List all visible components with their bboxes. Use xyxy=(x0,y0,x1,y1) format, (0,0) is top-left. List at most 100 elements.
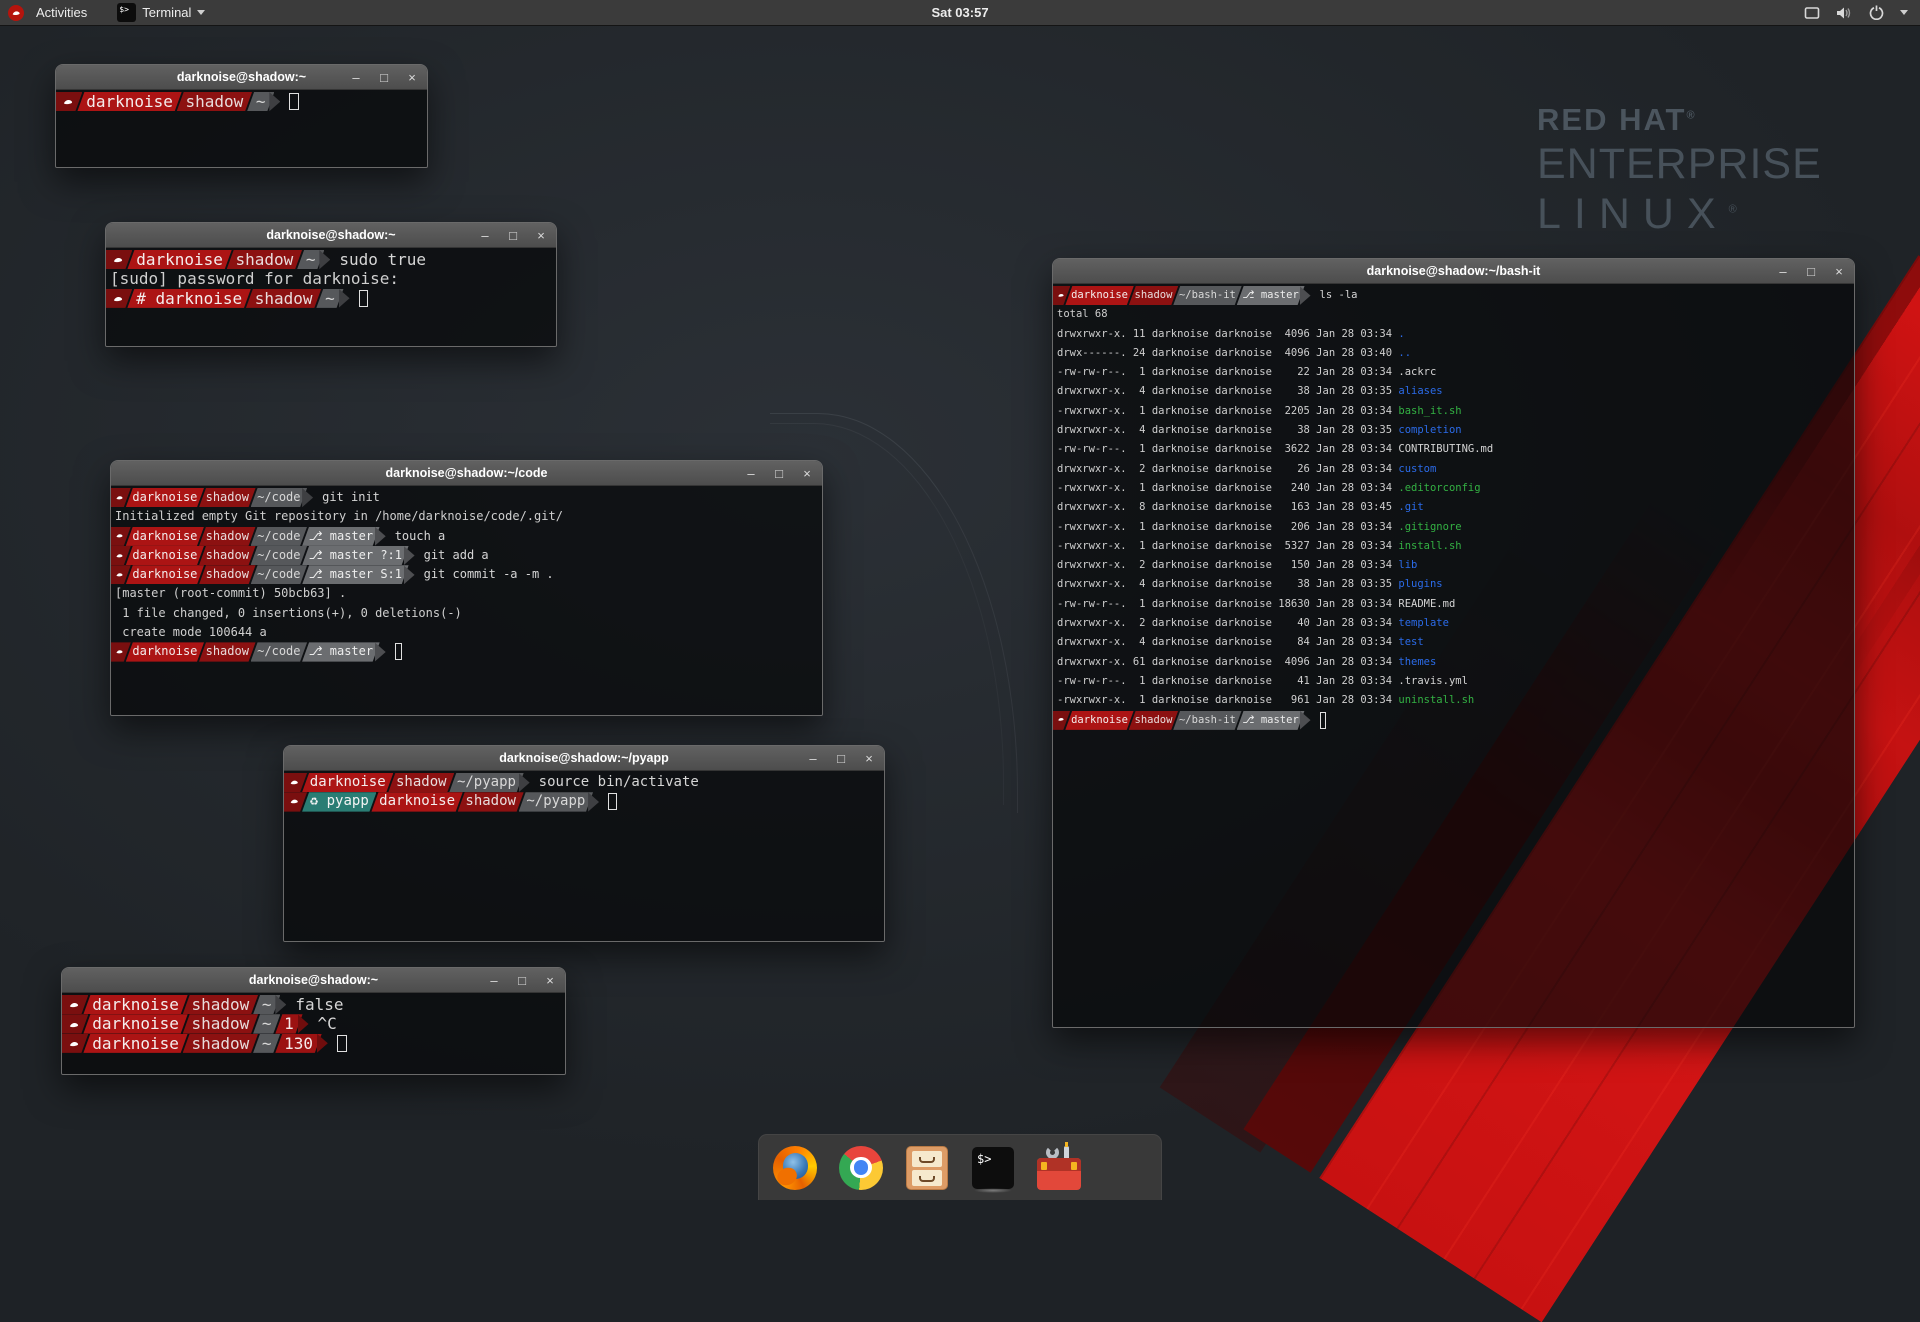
user-segment: darknoise xyxy=(371,792,462,811)
user-segment: darknoise xyxy=(127,250,231,269)
dropdown-caret-icon[interactable] xyxy=(1900,10,1908,15)
prompt-arrow-icon xyxy=(298,1014,309,1033)
host-segment: shadow xyxy=(183,1014,258,1033)
dock-item-chrome[interactable] xyxy=(838,1145,884,1191)
terminal-line: [sudo] password for darknoise: xyxy=(106,269,554,288)
prompt-arrow-icon xyxy=(404,546,415,565)
close-button[interactable]: × xyxy=(534,229,548,242)
window-titlebar[interactable]: darknoise@shadow:~/pyapp – □ × xyxy=(284,746,884,771)
terminal-cursor xyxy=(395,643,402,660)
prompt-arrow-icon xyxy=(317,1034,328,1053)
terminal-line: -rwxrwxr-x. 1 darknoise darknoise 961 Ja… xyxy=(1053,691,1852,710)
close-button[interactable]: × xyxy=(1832,265,1846,278)
terminal-line: -rwxrwxr-x. 1 darknoise darknoise 206 Ja… xyxy=(1053,518,1852,537)
command-text: git init xyxy=(322,490,380,504)
redhat-icon xyxy=(62,995,88,1014)
maximize-button[interactable]: □ xyxy=(515,974,529,987)
minimize-button[interactable]: – xyxy=(349,71,363,84)
minimize-button[interactable]: – xyxy=(1776,265,1790,278)
terminal-content[interactable]: darknoiseshadow~/codegit initInitialized… xyxy=(111,486,822,715)
file-name: .editorconfig xyxy=(1398,482,1480,494)
terminal-line: darknoiseshadow~/bash-it⎇ masterls -la xyxy=(1053,286,1852,305)
app-menu-terminal[interactable]: $> Terminal xyxy=(117,3,205,22)
terminal-content[interactable]: darknoiseshadow~falsedarknoiseshadow~1^C… xyxy=(62,993,565,1074)
terminal-line: ♻ pyappdarknoiseshadow~/pyapp xyxy=(284,792,882,811)
terminal-content[interactable]: darknoiseshadow~sudo true[sudo] password… xyxy=(106,248,556,346)
file-meta: -rwxrwxr-x. 1 darknoise darknoise 5327 J… xyxy=(1057,540,1398,552)
file-meta: drwxrwxr-x. 11 darknoise darknoise 4096 … xyxy=(1057,328,1398,340)
maximize-button[interactable]: □ xyxy=(772,467,786,480)
git-branch-segment: ⎇ master xyxy=(1237,711,1305,730)
user-segment: darknoise xyxy=(126,546,204,565)
window-title: darknoise@shadow:~/pyapp xyxy=(499,751,669,765)
terminal-app-icon: $> xyxy=(117,3,136,22)
terminal-line: drwxrwxr-x. 61 darknoise darknoise 4096 … xyxy=(1053,653,1852,672)
path-segment: ~/pyapp xyxy=(449,773,523,792)
terminal-line: -rw-rw-r--. 1 darknoise darknoise 18630 … xyxy=(1053,595,1852,614)
minimize-button[interactable]: – xyxy=(478,229,492,242)
prompt-arrow-icon xyxy=(1300,711,1311,730)
path-segment: ~/code xyxy=(251,546,308,565)
close-button[interactable]: × xyxy=(405,71,419,84)
close-button[interactable]: × xyxy=(800,467,814,480)
brand-redhat: RED HAT® xyxy=(1537,102,1822,138)
power-icon[interactable] xyxy=(1869,5,1884,20)
file-name: install.sh xyxy=(1398,540,1461,552)
volume-icon[interactable] xyxy=(1836,6,1853,20)
maximize-button[interactable]: □ xyxy=(834,752,848,765)
dock-item-toolbox[interactable] xyxy=(1036,1145,1082,1191)
file-name: .ackrc xyxy=(1398,366,1436,378)
terminal-content[interactable]: darknoiseshadow~ xyxy=(56,90,427,167)
app-menu-label: Terminal xyxy=(142,5,191,20)
terminal-line: [master (root-commit) 50bcb63] . xyxy=(111,584,820,603)
file-meta: -rw-rw-r--. 1 darknoise darknoise 3622 J… xyxy=(1057,443,1398,455)
maximize-button[interactable]: □ xyxy=(377,71,391,84)
display-icon[interactable] xyxy=(1804,6,1820,20)
terminal-line: darknoiseshadow~130 xyxy=(62,1034,563,1053)
maximize-button[interactable]: □ xyxy=(506,229,520,242)
file-name: template xyxy=(1398,617,1449,629)
file-name: .. xyxy=(1398,347,1411,359)
minimize-button[interactable]: – xyxy=(744,467,758,480)
window-titlebar[interactable]: darknoise@shadow:~/bash-it – □ × xyxy=(1053,259,1854,284)
terminal-window-bash-it: darknoise@shadow:~/bash-it – □ × darknoi… xyxy=(1052,258,1855,1028)
host-segment: shadow xyxy=(246,289,321,308)
terminal-content[interactable]: darknoiseshadow~/pyappsource bin/activat… xyxy=(284,771,884,941)
dock-item-app-grid[interactable] xyxy=(1102,1145,1148,1191)
terminal-cursor xyxy=(359,290,369,307)
window-titlebar[interactable]: darknoise@shadow:~ – □ × xyxy=(106,223,556,248)
terminal-content[interactable]: darknoiseshadow~/bash-it⎇ masterls -lato… xyxy=(1053,284,1854,1027)
firefox-icon xyxy=(773,1146,817,1190)
terminal-line: darknoiseshadow~ xyxy=(56,92,425,111)
minimize-button[interactable]: – xyxy=(487,974,501,987)
file-name: lib xyxy=(1398,559,1417,571)
file-meta: -rwxrwxr-x. 1 darknoise darknoise 240 Ja… xyxy=(1057,482,1398,494)
activities-button[interactable]: Activities xyxy=(32,1,91,24)
terminal-line: -rwxrwxr-x. 1 darknoise darknoise 240 Ja… xyxy=(1053,479,1852,498)
maximize-button[interactable]: □ xyxy=(1804,265,1818,278)
minimize-button[interactable]: – xyxy=(806,752,820,765)
close-button[interactable]: × xyxy=(862,752,876,765)
dock-item-firefox[interactable] xyxy=(772,1145,818,1191)
window-titlebar[interactable]: darknoise@shadow:~/code – □ × xyxy=(111,461,822,486)
toolbox-icon xyxy=(1036,1146,1082,1190)
terminal-line: darknoiseshadow~/bash-it⎇ master xyxy=(1053,711,1852,730)
dock-item-files[interactable] xyxy=(904,1145,950,1191)
file-meta: drwxrwxr-x. 2 darknoise darknoise 26 Jan… xyxy=(1057,463,1398,475)
close-button[interactable]: × xyxy=(543,974,557,987)
clock[interactable]: Sat 03:57 xyxy=(931,5,988,20)
file-name: test xyxy=(1398,636,1423,648)
venv-segment: ♻ pyapp xyxy=(302,792,376,811)
command-text: ls -la xyxy=(1320,289,1358,301)
file-name: plugins xyxy=(1398,578,1442,590)
dock-item-terminal[interactable]: $> xyxy=(970,1145,1016,1191)
window-titlebar[interactable]: darknoise@shadow:~ – □ × xyxy=(56,65,427,90)
terminal-line: -rwxrwxr-x. 1 darknoise darknoise 2205 J… xyxy=(1053,402,1852,421)
file-name: completion xyxy=(1398,424,1461,436)
path-segment: ~/code xyxy=(251,527,308,546)
host-segment: shadow xyxy=(199,642,256,661)
host-segment: shadow xyxy=(388,773,454,792)
host-segment: shadow xyxy=(199,527,256,546)
terminal-line: darknoiseshadow~/pyappsource bin/activat… xyxy=(284,773,882,792)
window-titlebar[interactable]: darknoise@shadow:~ – □ × xyxy=(62,968,565,993)
